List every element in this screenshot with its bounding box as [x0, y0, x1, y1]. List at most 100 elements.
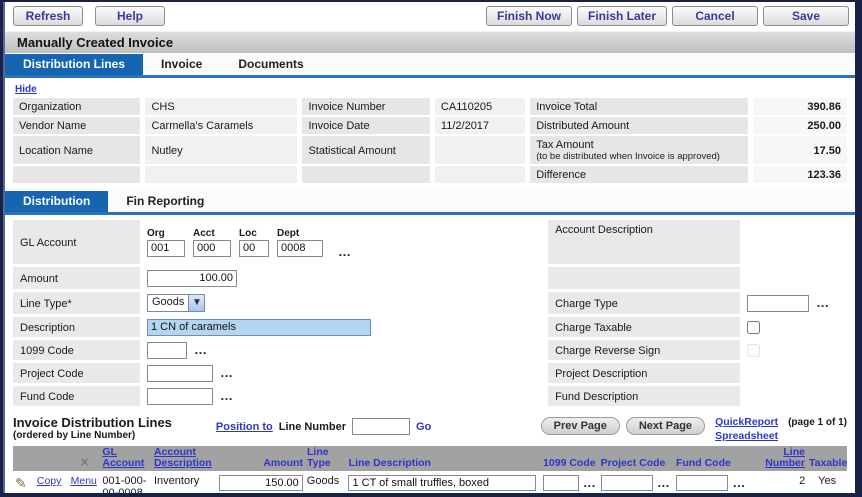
table-row: ✎ Copy Menu 001-000-00-0008 Inventory Go…	[13, 471, 847, 497]
row-line-description-input[interactable]	[348, 475, 536, 491]
position-line-number-label: Line Number	[279, 421, 346, 433]
tab-distribution-lines[interactable]: Distribution Lines	[5, 54, 143, 75]
fund-code-input[interactable]	[147, 388, 213, 405]
project-code-lookup-ellipsis-icon[interactable]: …	[220, 368, 234, 378]
code-1099-input[interactable]	[147, 342, 187, 359]
col-header-project-code: Project Code	[599, 457, 674, 470]
row-fund-lookup-ellipsis-icon[interactable]: …	[732, 478, 746, 488]
invoice-number-label: Invoice Number	[302, 98, 429, 115]
gl-dept-input[interactable]	[277, 240, 323, 257]
code-1099-label: 1099 Code	[13, 340, 140, 360]
tax-amount-value: 17.50	[753, 136, 847, 164]
table-header-row: ✕ GL Account Account Description Amount …	[13, 446, 847, 471]
row-account-description: Inventory	[152, 474, 214, 488]
row-1099-lookup-ellipsis-icon[interactable]: …	[583, 478, 597, 488]
tab-invoice[interactable]: Invoice	[143, 54, 220, 75]
col-header-taxable: Taxable	[807, 457, 847, 470]
fund-description-value	[740, 386, 847, 406]
tab-documents[interactable]: Documents	[220, 54, 321, 75]
row-amount-input[interactable]	[219, 475, 303, 491]
vendor-name-value: Carmella's Caramels	[145, 117, 297, 134]
gl-loc-input[interactable]	[239, 240, 269, 257]
tax-amount-note: (to be distributed when Invoice is appro…	[536, 151, 744, 162]
position-line-number-input[interactable]	[352, 418, 410, 435]
charge-reverse-sign-checkbox	[747, 344, 760, 357]
prev-page-button[interactable]: Prev Page	[541, 417, 620, 435]
charge-type-input[interactable]	[747, 295, 809, 312]
spreadsheet-link[interactable]: Spreadsheet	[715, 430, 778, 442]
organization-value: CHS	[145, 98, 297, 115]
vendor-name-label: Vendor Name	[13, 117, 140, 134]
description-input[interactable]	[147, 319, 371, 336]
position-to-link[interactable]: Position to	[216, 421, 273, 433]
invoice-date-value: 11/2/2017	[435, 117, 525, 134]
col-header-account-description[interactable]: Account Description	[152, 446, 214, 470]
gl-org-input[interactable]	[147, 240, 185, 257]
statistical-amount-label: Statistical Amount	[302, 136, 429, 164]
amount-label: Amount	[13, 267, 140, 289]
edit-row-icon[interactable]: ✎	[15, 475, 27, 491]
page-info: (page 1 of 1)	[788, 417, 847, 428]
go-link[interactable]: Go	[416, 421, 431, 433]
col-header-line-number[interactable]: Line Number	[751, 446, 807, 470]
fund-code-lookup-ellipsis-icon[interactable]: …	[220, 391, 234, 401]
finish-now-button[interactable]: Finish Now	[486, 6, 572, 26]
account-description-label: Account Description	[548, 220, 740, 264]
delete-all-icon[interactable]: ✕	[80, 457, 89, 469]
charge-taxable-checkbox[interactable]	[747, 321, 760, 334]
col-header-line-type: Line Type	[305, 446, 347, 470]
toolbar: Refresh Help Finish Now Finish Later Can…	[5, 2, 855, 30]
gl-account-lookup-ellipsis-icon[interactable]: …	[338, 247, 352, 257]
tax-amount-label: Tax Amount (to be distributed when Invoi…	[530, 136, 748, 164]
charge-taxable-label: Charge Taxable	[548, 317, 740, 337]
charge-type-label: Charge Type	[548, 292, 740, 314]
hide-link[interactable]: Hide	[15, 84, 37, 95]
cancel-button[interactable]: Cancel	[672, 6, 758, 26]
row-line-number: 2	[752, 474, 808, 488]
description-label: Description	[13, 317, 140, 337]
row-project-code-input[interactable]	[601, 475, 653, 491]
invoice-window: Refresh Help Finish Now Finish Later Can…	[0, 0, 862, 497]
charge-type-lookup-ellipsis-icon[interactable]: …	[816, 298, 830, 308]
charge-reverse-sign-label: Charge Reverse Sign	[548, 340, 740, 360]
invoice-header-panel: Hide Organization CHS Invoice Number CA1…	[5, 78, 855, 185]
save-button[interactable]: Save	[763, 6, 849, 26]
row-taxable: Yes	[807, 474, 847, 488]
distributed-amount-value: 250.00	[753, 117, 847, 134]
tab-fin-reporting[interactable]: Fin Reporting	[108, 191, 222, 212]
organization-label: Organization	[13, 98, 140, 115]
page-title: Manually Created Invoice	[5, 31, 855, 53]
fund-code-label: Fund Code	[13, 386, 140, 406]
distribution-form: GL Account Org Acct Loc	[5, 215, 855, 410]
row-1099-code-input[interactable]	[543, 475, 579, 491]
row-fund-code-input[interactable]	[676, 475, 728, 491]
invoice-date-label: Invoice Date	[302, 117, 429, 134]
project-code-input[interactable]	[147, 365, 213, 382]
lines-section-title: Invoice Distribution Lines	[13, 415, 172, 430]
tab-distribution[interactable]: Distribution	[5, 191, 108, 212]
amount-input[interactable]	[147, 270, 237, 287]
invoice-total-label: Invoice Total	[530, 98, 748, 115]
project-description-label: Project Description	[548, 363, 740, 383]
menu-row-link[interactable]: Menu	[71, 475, 97, 487]
quickreport-link[interactable]: QuickReport	[715, 416, 778, 428]
code-1099-lookup-ellipsis-icon[interactable]: …	[194, 345, 208, 355]
location-name-value: Nutley	[145, 136, 297, 164]
line-type-select[interactable]: Goods ▼	[147, 294, 205, 312]
account-description-value	[740, 220, 847, 264]
help-button[interactable]: Help	[95, 6, 165, 26]
gl-acct-input[interactable]	[193, 240, 231, 257]
finish-later-button[interactable]: Finish Later	[577, 6, 667, 26]
copy-row-link[interactable]: Copy	[37, 475, 62, 487]
next-page-button[interactable]: Next Page	[626, 417, 705, 435]
sub-tab-bar: Distribution Fin Reporting	[5, 190, 855, 212]
gl-loc-label: Loc	[239, 228, 269, 239]
gl-org-label: Org	[147, 228, 185, 239]
col-header-gl-account[interactable]: GL Account	[100, 446, 152, 470]
location-name-label: Location Name	[13, 136, 140, 164]
refresh-button[interactable]: Refresh	[13, 6, 83, 26]
col-header-amount: Amount	[214, 457, 305, 470]
gl-acct-label: Acct	[193, 228, 231, 239]
row-project-lookup-ellipsis-icon[interactable]: …	[657, 478, 671, 488]
lines-section-subtitle: (ordered by Line Number)	[13, 430, 172, 441]
